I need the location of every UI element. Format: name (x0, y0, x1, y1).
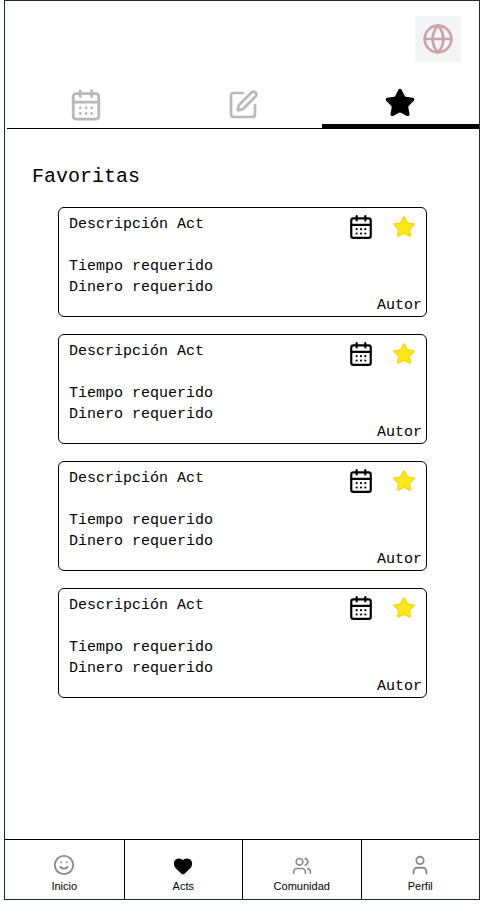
card-time: Tiempo requerido (69, 637, 422, 658)
card-author: Autor (377, 679, 422, 695)
activity-card[interactable]: Descripción Act Tiempo requeridoDinero re… (58, 588, 427, 698)
card-author: Autor (377, 552, 422, 568)
calendar-icon (69, 88, 103, 122)
users-icon (292, 856, 312, 876)
favorite-star-icon[interactable] (392, 342, 416, 366)
card-time: Tiempo requerido (69, 383, 422, 404)
nav-label: Perfil (408, 880, 433, 893)
card-time: Tiempo requerido (69, 510, 422, 531)
nav-item[interactable]: Perfil (361, 840, 480, 899)
nav-item[interactable]: Comunidad (242, 840, 361, 899)
card-description: Descripción Act (69, 468, 204, 489)
card-money: Dinero requerido (69, 531, 422, 552)
header (5, 1, 479, 85)
app: Favoritas Descripción Act Tiempo requerido… (0, 0, 483, 908)
card-author: Autor (377, 298, 422, 314)
tab[interactable] (164, 85, 321, 129)
nav-label: Inicio (51, 880, 77, 893)
card-description: Descripción Act (69, 595, 204, 616)
favorite-star-icon[interactable] (392, 469, 416, 493)
activity-card[interactable]: Descripción Act Tiempo requeridoDinero re… (58, 334, 427, 444)
calendar-icon[interactable] (348, 595, 374, 621)
user-icon (409, 854, 431, 876)
favorite-star-icon[interactable] (392, 215, 416, 239)
calendar-icon[interactable] (348, 468, 374, 494)
card-money: Dinero requerido (69, 277, 422, 298)
card-description: Descripción Act (69, 341, 204, 362)
tab-bar (7, 85, 479, 129)
star-icon (384, 87, 416, 119)
nav-label: Acts (173, 880, 194, 893)
calendar-icon[interactable] (348, 341, 374, 367)
calendar-icon[interactable] (348, 214, 374, 240)
favorite-star-icon[interactable] (392, 596, 416, 620)
phone-frame: Favoritas Descripción Act Tiempo requerido… (4, 0, 480, 900)
tab[interactable] (322, 85, 479, 129)
smile-icon (53, 854, 75, 876)
card-time: Tiempo requerido (69, 256, 422, 277)
card-money: Dinero requerido (69, 658, 422, 679)
globe-icon (422, 23, 454, 55)
globe-button[interactable] (415, 16, 461, 62)
activity-card[interactable]: Descripción Act Tiempo requeridoDinero re… (58, 461, 427, 571)
card-description: Descripción Act (69, 214, 204, 235)
activity-card[interactable]: Descripción Act Tiempo requeridoDinero re… (58, 207, 427, 317)
card-author: Autor (377, 425, 422, 441)
heart-icon (173, 856, 193, 876)
nav-item[interactable]: Inicio (5, 840, 124, 899)
card-money: Dinero requerido (69, 404, 422, 425)
card-list: Descripción ActTiempo requeridoDinero re… (5, 191, 479, 698)
bottom-nav: Inicio Acts Comunidad Perfil (5, 839, 479, 899)
nav-item[interactable]: Acts (124, 840, 243, 899)
tab[interactable] (7, 85, 164, 129)
edit-icon (227, 89, 259, 121)
section-title: Favoritas (5, 129, 479, 191)
nav-label: Comunidad (274, 880, 330, 893)
